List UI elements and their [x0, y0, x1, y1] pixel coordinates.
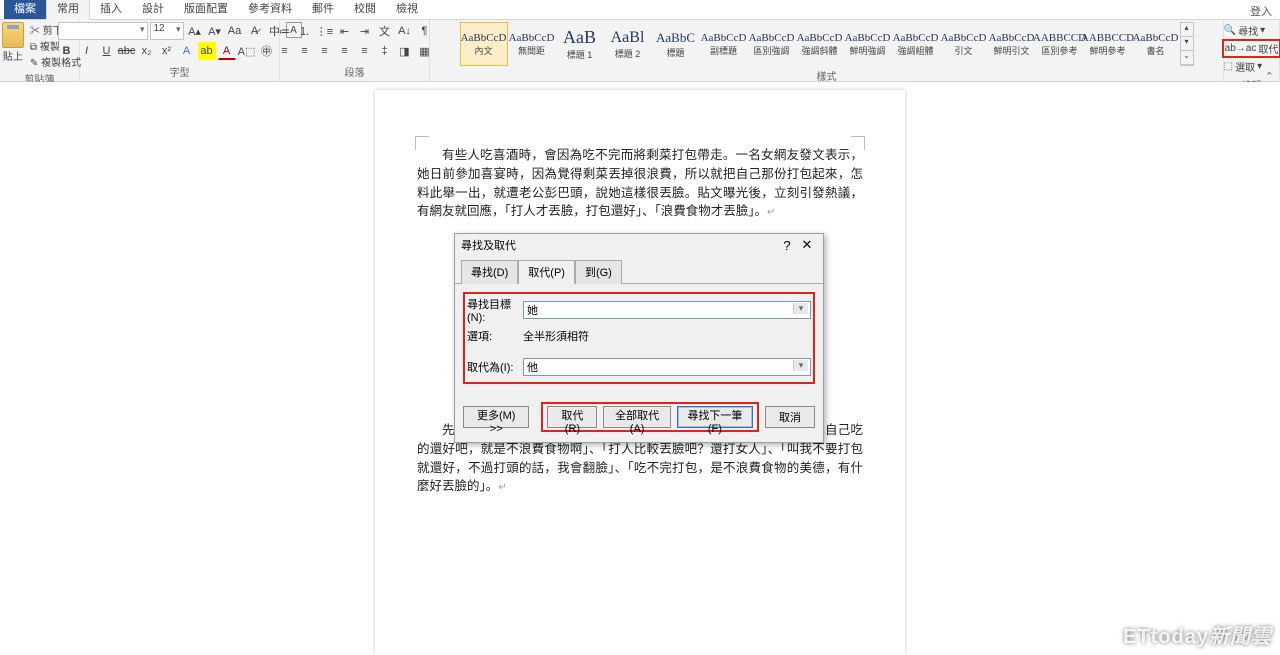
style-內文[interactable]: AaBbCcD內文: [460, 22, 508, 66]
dialog-title: 尋找及取代: [461, 237, 516, 253]
superscript-button[interactable]: x²: [158, 42, 176, 60]
more-button[interactable]: 更多(M) >>: [463, 406, 529, 428]
find-next-button[interactable]: 尋找下一筆(F): [677, 406, 753, 428]
style-區別參考[interactable]: AABBCCD區別參考: [1036, 22, 1084, 66]
shading-button[interactable]: ◨: [396, 42, 414, 60]
replace-all-button[interactable]: 全部取代(A): [603, 406, 670, 428]
char-shading-button[interactable]: A⬚: [238, 42, 256, 60]
styles-group-label: 樣式: [817, 66, 837, 83]
increase-indent-button[interactable]: ⇥: [356, 22, 374, 40]
paste-icon: [2, 22, 24, 48]
tab-view[interactable]: 檢視: [386, 0, 428, 19]
align-right-button[interactable]: ≡: [316, 42, 334, 60]
replace-with-label: 取代為(I):: [467, 359, 519, 375]
gallery-scroll[interactable]: ▴▾⌄: [1180, 22, 1194, 66]
cancel-button[interactable]: 取消: [765, 406, 815, 428]
paragraph-1[interactable]: 有些人吃喜酒時，會因為吃不完而將剩菜打包帶走。一名女網友發文表示，她日前參加喜宴…: [417, 146, 863, 221]
tab-insert[interactable]: 插入: [90, 0, 132, 19]
grow-font-button[interactable]: A▴: [186, 22, 204, 40]
style-標題 2[interactable]: AaBl標題 2: [604, 22, 652, 66]
tab-home[interactable]: 常用: [46, 0, 90, 20]
options-value: 全半形須相符: [523, 328, 589, 344]
paragraph-group-label: 段落: [345, 62, 365, 79]
style-無間距[interactable]: AaBbCcD無間距: [508, 22, 556, 66]
underline-button[interactable]: U: [98, 42, 116, 60]
find-what-input[interactable]: 她: [523, 301, 811, 319]
find-button[interactable]: 🔍 尋找 ▾: [1222, 22, 1280, 39]
style-強調組體[interactable]: AaBbCcD強調組體: [892, 22, 940, 66]
sort-button[interactable]: A↓: [396, 22, 414, 40]
tab-design[interactable]: 設計: [132, 0, 174, 19]
text-direction-button[interactable]: 文: [376, 22, 394, 40]
dialog-tab-replace[interactable]: 取代(P): [518, 260, 575, 284]
group-paragraph: ≔ ⒈ ⋮≡ ⇤ ⇥ 文 A↓ ¶ ≡ ≡ ≡ ≡ ≡ ‡ ◨ ▦ 段落: [280, 20, 430, 81]
tab-file[interactable]: 檔案: [4, 0, 46, 19]
action-buttons-highlight: 取代(R) 全部取代(A) 尋找下一筆(F): [541, 402, 759, 432]
replace-with-input[interactable]: 他: [523, 358, 811, 376]
style-標題[interactable]: AaBbC標題: [652, 22, 700, 66]
dialog-tab-find[interactable]: 尋找(D): [461, 260, 518, 284]
text-effects-button[interactable]: A: [178, 42, 196, 60]
styles-gallery[interactable]: AaBbCcD內文AaBbCcD無間距AaB標題 1AaBl標題 2AaBbC標…: [460, 22, 1180, 66]
align-center-button[interactable]: ≡: [296, 42, 314, 60]
group-font: 12 A▴ A▾ Aa A̷ 中 A B I U abc x₂ x² A ab …: [80, 20, 280, 81]
multilevel-button[interactable]: ⋮≡: [316, 22, 334, 40]
group-styles: AaBbCcD內文AaBbCcD無間距AaB標題 1AaBl標題 2AaBbC標…: [430, 20, 1224, 81]
bold-button[interactable]: B: [58, 42, 76, 60]
tab-review[interactable]: 校閱: [344, 0, 386, 19]
tab-mailings[interactable]: 郵件: [302, 0, 344, 19]
decrease-indent-button[interactable]: ⇤: [336, 22, 354, 40]
dialog-close-button[interactable]: ✕: [797, 237, 817, 253]
shrink-font-button[interactable]: A▾: [206, 22, 224, 40]
change-case-button[interactable]: Aa: [226, 22, 244, 40]
find-replace-dialog: 尋找及取代 ? ✕ 尋找(D) 取代(P) 到(G) 尋找目標(N): 她 選項…: [454, 233, 824, 443]
font-size-combo[interactable]: 12: [150, 22, 184, 40]
style-鮮明強調[interactable]: AaBbCcD鮮明強調: [844, 22, 892, 66]
subscript-button[interactable]: x₂: [138, 42, 156, 60]
italic-button[interactable]: I: [78, 42, 96, 60]
strike-button[interactable]: abc: [118, 42, 136, 60]
style-鮮明參考[interactable]: AABBCCD鮮明參考: [1084, 22, 1132, 66]
line-spacing-button[interactable]: ‡: [376, 42, 394, 60]
paste-button[interactable]: 貼上: [0, 22, 28, 64]
watermark: ETtoday新聞雲: [1123, 620, 1272, 649]
numbering-button[interactable]: ⒈: [296, 22, 314, 40]
align-left-button[interactable]: ≡: [276, 42, 294, 60]
paste-label: 貼上: [3, 48, 23, 63]
justify-button[interactable]: ≡: [336, 42, 354, 60]
margin-corner: [851, 136, 865, 150]
style-引文[interactable]: AaBbCcD引文: [940, 22, 988, 66]
search-fields-highlight: 尋找目標(N): 她 選項: 全半形須相符 取代為(I): 他: [463, 292, 815, 384]
find-what-label: 尋找目標(N):: [467, 296, 519, 324]
tab-layout[interactable]: 版面配置: [174, 0, 238, 19]
highlight-button[interactable]: ab: [198, 42, 216, 60]
tab-references[interactable]: 參考資料: [238, 0, 302, 19]
style-副標題[interactable]: AaBbCcD副標題: [700, 22, 748, 66]
style-鮮明引文[interactable]: AaBbCcD鮮明引文: [988, 22, 1036, 66]
style-強調斜體[interactable]: AaBbCcD強調斜體: [796, 22, 844, 66]
font-group-label: 字型: [170, 62, 190, 79]
menu-tabs: 檔案 常用 插入 設計 版面配置 參考資料 郵件 校閱 檢視 登入: [0, 0, 1280, 20]
dialog-help-button[interactable]: ?: [777, 238, 797, 253]
margin-corner: [415, 136, 429, 150]
replace-button[interactable]: ab→ac 取代: [1222, 39, 1280, 58]
options-label: 選項:: [467, 328, 519, 344]
replace-one-button[interactable]: 取代(R): [547, 406, 597, 428]
style-書名[interactable]: AaBbCcD書名: [1132, 22, 1180, 66]
bullets-button[interactable]: ≔: [276, 22, 294, 40]
enclose-char-button[interactable]: ㊥: [258, 42, 276, 60]
style-區別強調[interactable]: AaBbCcD區別強調: [748, 22, 796, 66]
sign-in[interactable]: 登入: [1250, 3, 1272, 19]
ribbon: 貼上 ✂ 剪下 ⧉ 複製 ✎ 複製格式 剪貼簿 12 A▴ A▾ Aa A̷ 中…: [0, 20, 1280, 82]
style-標題 1[interactable]: AaB標題 1: [556, 22, 604, 66]
font-family-combo[interactable]: [58, 22, 148, 40]
distribute-button[interactable]: ≡: [356, 42, 374, 60]
dialog-tab-goto[interactable]: 到(G): [575, 260, 622, 284]
clear-format-button[interactable]: A̷: [246, 22, 264, 40]
font-color-button[interactable]: A: [218, 42, 236, 60]
